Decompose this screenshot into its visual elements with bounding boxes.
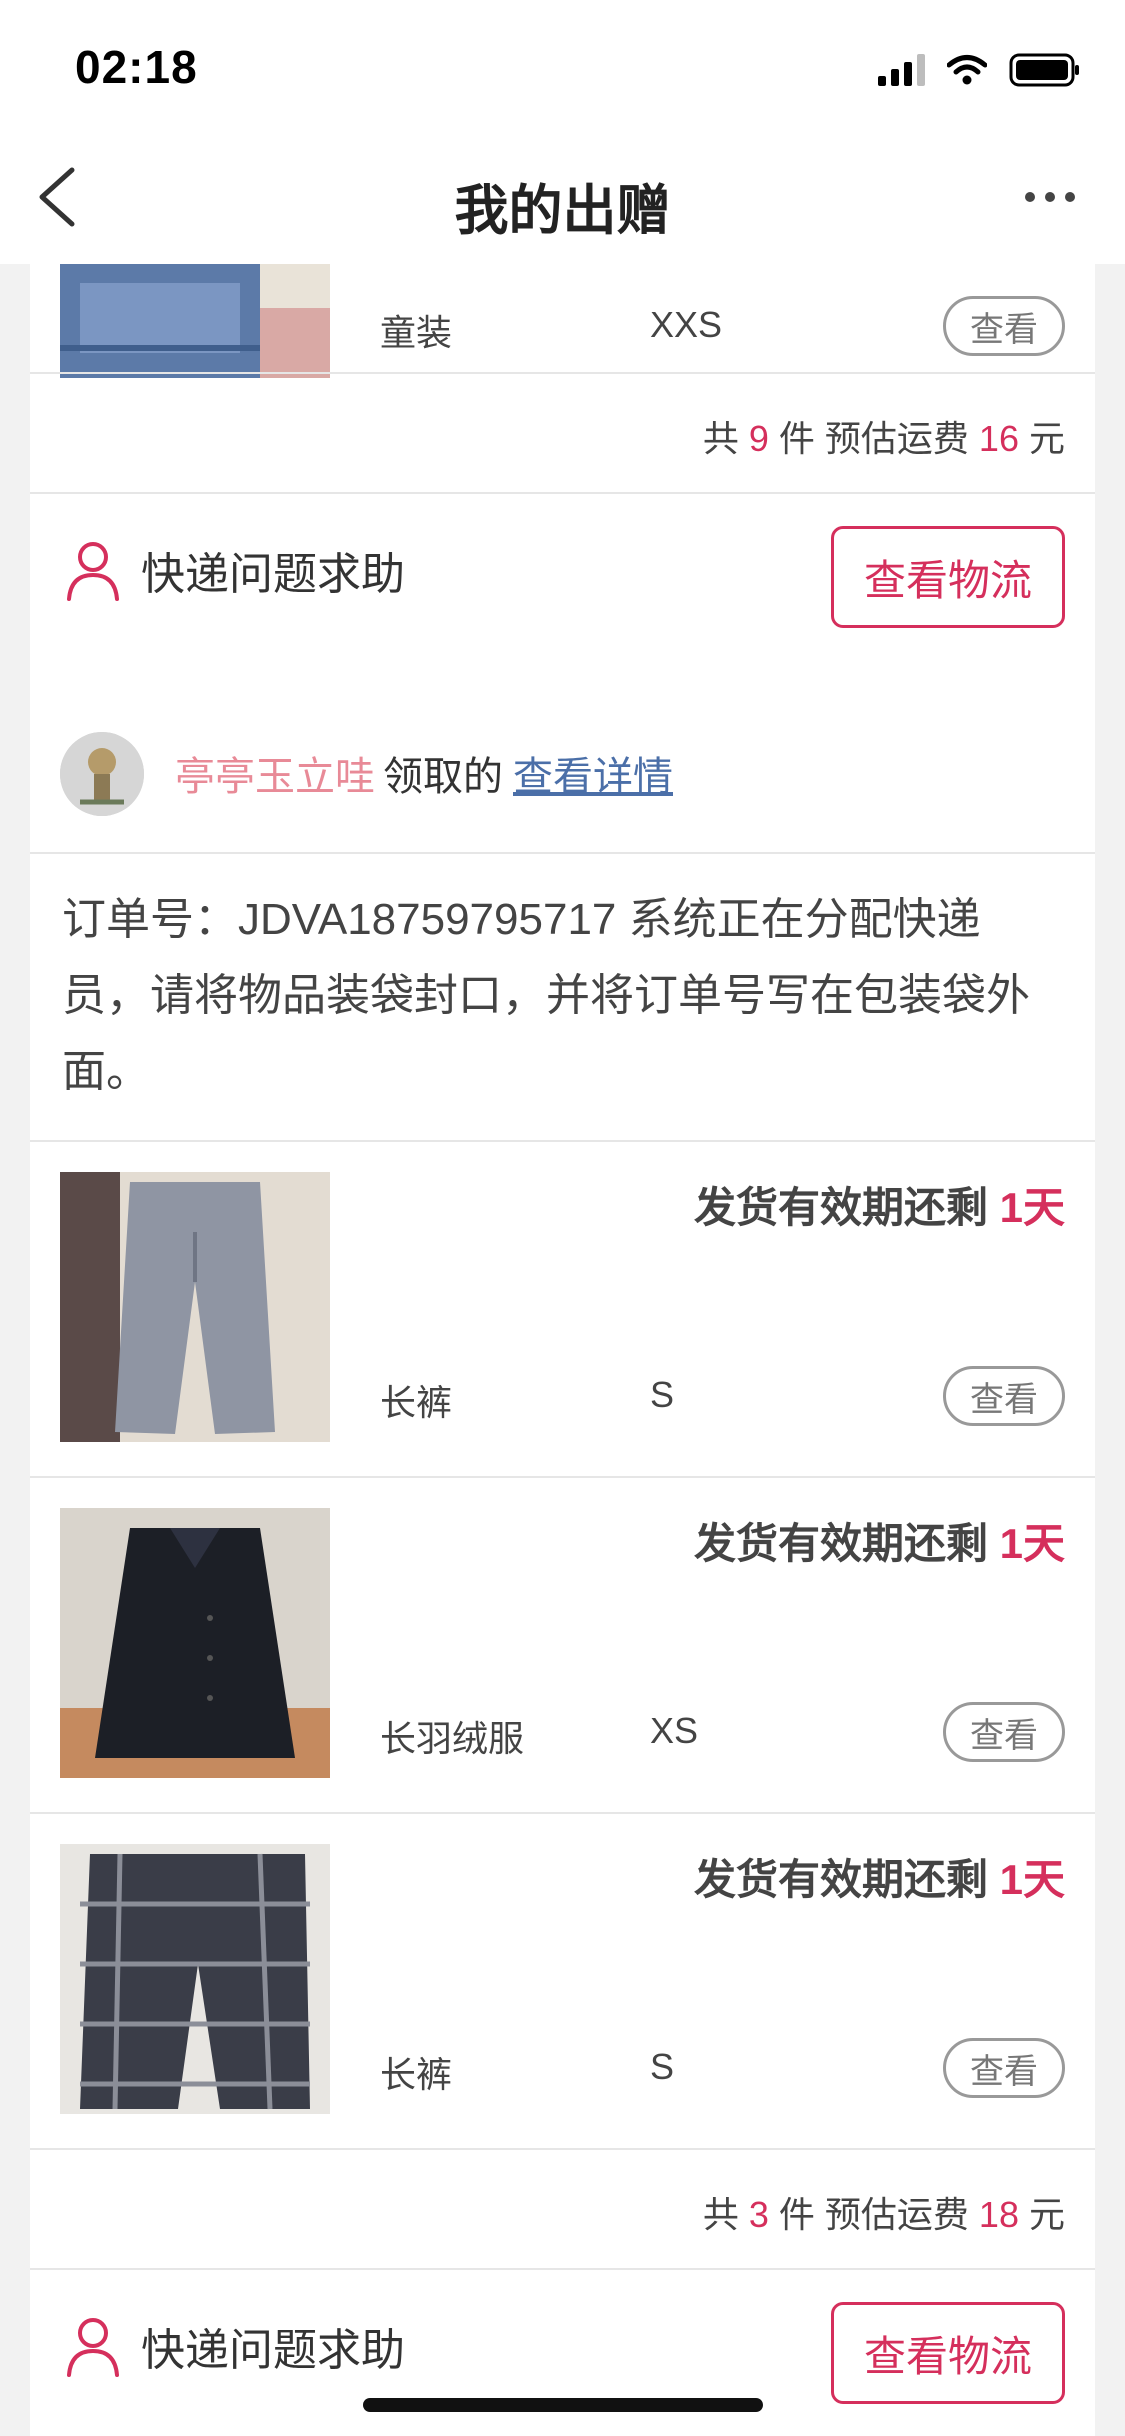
item-count: 3 — [748, 2194, 769, 2235]
item-row: 童装 XXS 查看 — [30, 264, 1095, 378]
claim-verb: 领取的 — [383, 755, 503, 799]
battery-icon — [1009, 53, 1079, 87]
item-category: 长裤 — [380, 1382, 453, 1423]
order-card: 亭亭玉立哇 领取的 查看详情 订单号：JDVA18759795717 系统正在分配快… — [30, 692, 1095, 2436]
shipping-deadline: 发货有效期还剩 1天 — [693, 1520, 1065, 1567]
item-count: 9 — [748, 418, 769, 459]
view-logistics-button[interactable]: 查看物流 — [831, 2302, 1065, 2404]
view-item-button[interactable]: 查看 — [943, 2038, 1065, 2098]
item-row: 发货有效期还剩 1天 长裤 S 查看 — [30, 1142, 1095, 1476]
divider — [30, 852, 1095, 854]
order-summary: 共 9 件 预估运费 16 元 — [702, 418, 1065, 459]
days-left: 1天 — [999, 1520, 1065, 1567]
item-category: 长羽绒服 — [380, 1718, 525, 1759]
person-icon — [67, 542, 119, 601]
claimer-name[interactable]: 亭亭玉立哇 — [175, 755, 375, 799]
person-icon — [67, 2318, 119, 2377]
status-time: 02:18 — [75, 41, 198, 93]
days-left: 1天 — [999, 1856, 1065, 1903]
item-photo-plaid-pants[interactable] — [60, 1844, 330, 2114]
item-row: 发货有效期还剩 1天 长裤 S 查看 — [30, 1814, 1095, 2148]
wifi-icon — [947, 55, 987, 85]
view-details-link[interactable]: 查看详情 — [513, 755, 673, 799]
shipping-deadline: 发货有效期还剩 1天 — [693, 1184, 1065, 1231]
item-photo-gray-pants[interactable] — [60, 1172, 330, 1442]
courier-help-label: 快递问题求助 — [141, 550, 405, 599]
item-photo-down-coat[interactable] — [60, 1508, 330, 1778]
item-size: S — [650, 2046, 675, 2087]
courier-help-link[interactable]: 快递问题求助 — [65, 538, 405, 602]
item-category: 长裤 — [380, 2054, 453, 2095]
item-row: 发货有效期还剩 1天 长羽绒服 XS 查看 — [30, 1478, 1095, 1812]
item-size: XS — [650, 1710, 699, 1751]
scroll-content[interactable]: 童装 XXS 查看 共 9 件 预估运费 16 元 快递问题求助 查看物流 亭亭… — [0, 264, 1125, 2436]
order-instructions: 订单号：JDVA18759795717 系统正在分配快递员，请将物品装袋封口，并… — [62, 895, 1030, 1096]
help-row: 快递问题求助 查看物流 — [30, 494, 1095, 664]
days-left: 1天 — [999, 1184, 1065, 1231]
item-size: S — [650, 1374, 675, 1415]
order-summary-row: 共 9 件 预估运费 16 元 — [30, 374, 1095, 492]
view-item-button[interactable]: 查看 — [943, 1366, 1065, 1426]
order-summary-row: 共 3 件 预估运费 18 元 — [30, 2150, 1095, 2268]
home-indicator[interactable] — [363, 2398, 763, 2412]
page-title: 我的出赠 — [454, 181, 671, 241]
claimer-row: 亭亭玉立哇 领取的 查看详情 — [30, 692, 1095, 852]
courier-help-label: 快递问题求助 — [141, 2326, 405, 2375]
order-summary: 共 3 件 预估运费 18 元 — [702, 2194, 1065, 2235]
shipping-fee: 16 — [978, 418, 1019, 459]
item-category: 童装 — [380, 312, 453, 353]
status-icons — [878, 50, 1081, 90]
claimer-info: 亭亭玉立哇 领取的 查看详情 — [175, 744, 673, 802]
view-item-button[interactable]: 查看 — [943, 296, 1065, 356]
item-photo-kids-jacket[interactable] — [60, 264, 330, 378]
avatar[interactable] — [60, 732, 144, 816]
status-bar: 02:18 — [0, 0, 1125, 132]
item-size: XXS — [650, 304, 723, 345]
shipping-fee: 18 — [978, 2194, 1019, 2235]
signal-icon — [878, 54, 925, 86]
nav-bar: 我的出赠 — [0, 132, 1125, 264]
courier-help-link[interactable]: 快递问题求助 — [65, 2314, 405, 2378]
view-item-button[interactable]: 查看 — [943, 1702, 1065, 1762]
shipping-deadline: 发货有效期还剩 1天 — [693, 1856, 1065, 1903]
more-options-icon[interactable] — [1005, 172, 1095, 222]
view-logistics-button[interactable]: 查看物流 — [831, 526, 1065, 628]
